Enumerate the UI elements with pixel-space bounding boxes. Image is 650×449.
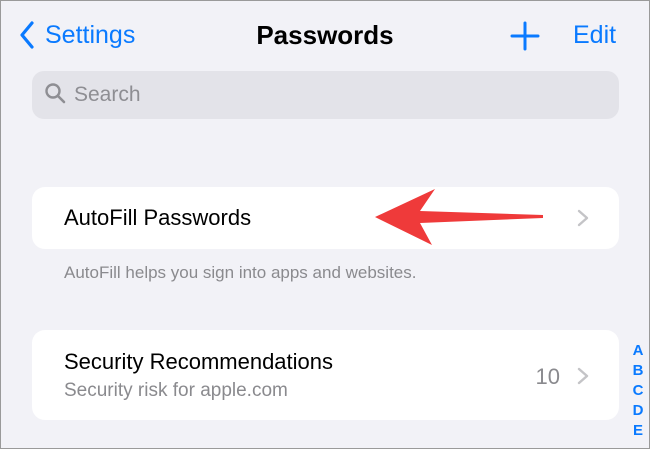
security-recommendations-subtitle: Security risk for apple.com (64, 380, 288, 401)
autofill-passwords-label: AutoFill Passwords (64, 205, 252, 230)
search-input[interactable] (74, 83, 574, 107)
back-button[interactable]: Settings (19, 17, 135, 53)
edit-button[interactable]: Edit (573, 17, 616, 53)
index-letter-a[interactable]: A (633, 341, 644, 361)
search-bar[interactable] (32, 71, 619, 119)
index-letter-b[interactable]: B (633, 361, 644, 381)
security-recommendations-row[interactable]: Security Recommendations Security risk f… (32, 330, 619, 420)
search-icon (44, 82, 66, 109)
alphabet-index[interactable]: A B C D E (628, 341, 648, 441)
index-letter-d[interactable]: D (633, 401, 644, 421)
plus-icon (510, 21, 540, 55)
add-password-button[interactable] (510, 21, 540, 51)
security-count-badge: 10 (535, 364, 560, 389)
chevron-left-icon (19, 21, 35, 49)
chevron-right-icon (577, 367, 589, 385)
chevron-right-icon (577, 209, 589, 227)
index-letter-c[interactable]: C (633, 381, 644, 401)
security-recommendations-title: Security Recommendations (64, 349, 334, 374)
back-button-label: Settings (45, 20, 136, 49)
index-letter-e[interactable]: E (633, 421, 643, 441)
autofill-passwords-row[interactable]: AutoFill Passwords (32, 187, 619, 249)
autofill-footnote: AutoFill helps you sign into apps and we… (64, 263, 417, 282)
